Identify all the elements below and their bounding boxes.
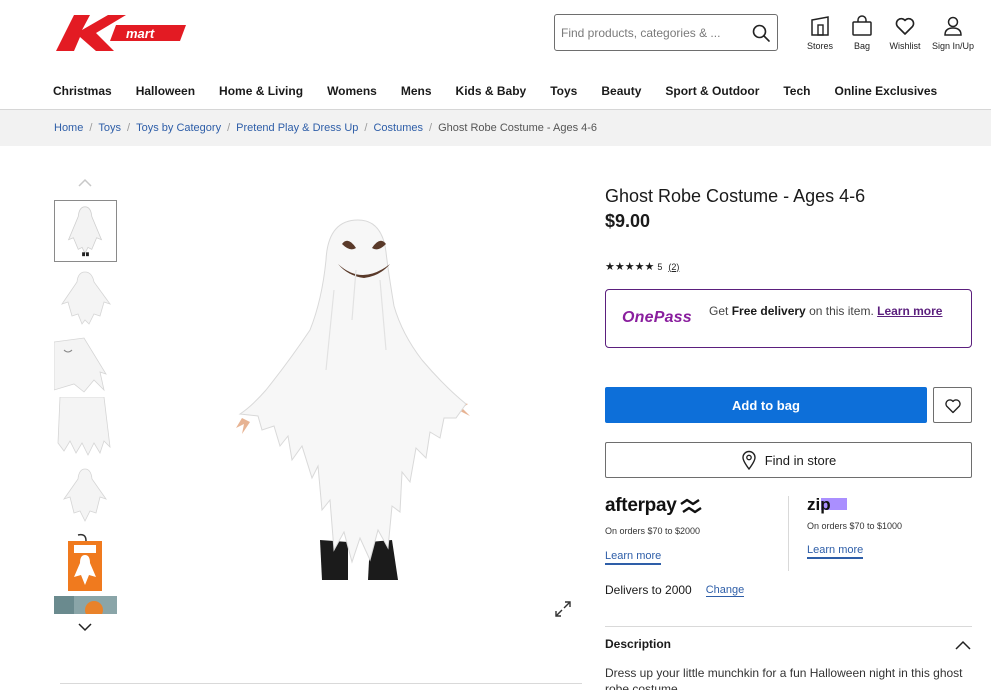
- account-link[interactable]: Sign In/Up: [930, 15, 976, 51]
- afterpay-logo-text: afterpay: [605, 495, 677, 516]
- add-to-bag-button[interactable]: Add to bag: [605, 387, 927, 423]
- crumb-separator: /: [364, 122, 368, 134]
- store-icon: [811, 16, 829, 36]
- nav-toys[interactable]: Toys: [550, 84, 577, 98]
- thumbnail-1[interactable]: [54, 200, 117, 262]
- add-to-wishlist-button[interactable]: [933, 387, 972, 423]
- site-header: mart Stores Bag Wishlist Sign: [0, 0, 991, 110]
- crumb-home[interactable]: Home: [54, 122, 83, 134]
- star-rating-icon: ★★★★★: [605, 261, 655, 273]
- onepass-text-suffix: on this item.: [809, 304, 874, 318]
- svg-text:mart: mart: [126, 26, 155, 41]
- afterpay-block: afterpay On orders $70 to $2000 Learn mo…: [605, 495, 785, 565]
- crumb-separator: /: [127, 122, 131, 134]
- thumbnail-3[interactable]: [54, 334, 117, 396]
- wishlist-link[interactable]: Wishlist: [885, 15, 925, 51]
- zip-logo-mark: zip: [807, 496, 847, 514]
- crumb-current: Ghost Robe Costume - Ages 4-6: [438, 122, 598, 134]
- product-image[interactable]: [230, 210, 490, 600]
- nav-kids-baby[interactable]: Kids & Baby: [456, 84, 527, 98]
- bag-icon: [852, 15, 872, 36]
- search-input[interactable]: [561, 23, 746, 43]
- nav-womens[interactable]: Womens: [327, 84, 377, 98]
- expand-icon[interactable]: [554, 600, 572, 618]
- nav-tech[interactable]: Tech: [783, 84, 810, 98]
- crumb-separator: /: [227, 122, 231, 134]
- afterpay-learn-more-link[interactable]: Learn more: [605, 550, 662, 565]
- nav-halloween[interactable]: Halloween: [136, 84, 195, 98]
- zip-learn-more-link[interactable]: Learn more: [807, 544, 864, 559]
- zip-logo: zip: [807, 495, 967, 515]
- svg-text:zip: zip: [807, 496, 831, 514]
- crumb-separator: /: [89, 122, 93, 134]
- afterpay-logo: afterpay: [605, 495, 785, 517]
- main-nav: Christmas Halloween Home & Living Womens…: [53, 84, 961, 98]
- find-in-store-label: Find in store: [764, 452, 837, 468]
- thumbnail-4[interactable]: [54, 397, 117, 459]
- search-icon[interactable]: [751, 23, 771, 43]
- onepass-message: Get Free delivery on this item. Learn mo…: [709, 304, 959, 318]
- crumb-separator: /: [429, 122, 433, 134]
- divider: [788, 496, 789, 571]
- nav-mens[interactable]: Mens: [401, 84, 432, 98]
- onepass-text-bold: Free delivery: [731, 304, 806, 318]
- chevron-up-icon[interactable]: [954, 639, 972, 651]
- product-price: $9.00: [605, 211, 651, 231]
- location-pin-icon: [742, 450, 756, 470]
- zip-block: zip On orders $70 to $1000 Learn more: [807, 495, 967, 559]
- nav-beauty[interactable]: Beauty: [601, 84, 641, 98]
- onepass-banner: OnePass Get Free delivery on this item. …: [605, 289, 972, 348]
- delivery-text: Delivers to 2000: [605, 583, 692, 597]
- account-label: Sign In/Up: [931, 41, 975, 51]
- onepass-learn-more-link[interactable]: Learn more: [877, 304, 942, 318]
- description-text: Dress up your little munchkin for a fun …: [605, 666, 963, 690]
- thumbnail-6[interactable]: [54, 533, 117, 595]
- zip-note: On orders $70 to $1000: [807, 521, 903, 531]
- bag-label: Bag: [853, 41, 870, 51]
- delivery-location: Delivers to 2000 Change: [605, 583, 745, 597]
- heart-icon: [895, 17, 915, 35]
- chevron-up-icon[interactable]: [77, 178, 93, 188]
- afterpay-arrows-icon: [679, 498, 702, 514]
- change-postcode-link[interactable]: Change: [705, 584, 745, 597]
- thumbnail-2[interactable]: [54, 268, 117, 330]
- product-rating[interactable]: ★★★★★ 5 (2): [605, 260, 679, 273]
- nav-home-living[interactable]: Home & Living: [219, 84, 303, 98]
- stores-label: Stores: [806, 41, 833, 51]
- chevron-down-icon[interactable]: [77, 622, 93, 632]
- breadcrumb: Home / Toys / Toys by Category / Pretend Pl…: [54, 122, 597, 134]
- stores-link[interactable]: Stores: [800, 15, 840, 51]
- onepass-text-prefix: Get: [709, 304, 729, 318]
- nav-christmas[interactable]: Christmas: [53, 84, 112, 98]
- nav-sport-outdoor[interactable]: Sport & Outdoor: [665, 84, 759, 98]
- find-in-store-button[interactable]: Find in store: [605, 442, 972, 478]
- thumbnail-7[interactable]: [54, 596, 117, 614]
- product-title: Ghost Robe Costume - Ages 4-6: [605, 186, 866, 206]
- divider: [60, 683, 582, 684]
- breadcrumb-bar: Home / Toys / Toys by Category / Pretend Pl…: [0, 110, 991, 146]
- divider: [605, 626, 972, 627]
- afterpay-note: On orders $70 to $2000: [605, 526, 701, 536]
- thumbnail-5[interactable]: [54, 465, 117, 527]
- kmart-logo[interactable]: mart: [56, 13, 186, 53]
- user-icon: [944, 16, 962, 36]
- crumb-toys-by-category[interactable]: Toys by Category: [136, 122, 221, 134]
- crumb-costumes[interactable]: Costumes: [373, 122, 423, 134]
- crumb-pretend-play[interactable]: Pretend Play & Dress Up: [236, 122, 358, 134]
- heart-icon: [945, 399, 961, 414]
- bag-link[interactable]: Bag: [842, 15, 882, 51]
- description-heading[interactable]: Description: [605, 637, 671, 651]
- crumb-toys[interactable]: Toys: [98, 122, 121, 134]
- search-box: [554, 14, 778, 51]
- nav-online-exclusives[interactable]: Online Exclusives: [834, 84, 937, 98]
- onepass-logo: OnePass: [622, 309, 692, 326]
- wishlist-label: Wishlist: [889, 41, 921, 51]
- review-count-link[interactable]: (2): [668, 262, 679, 272]
- rating-score: 5: [657, 261, 663, 272]
